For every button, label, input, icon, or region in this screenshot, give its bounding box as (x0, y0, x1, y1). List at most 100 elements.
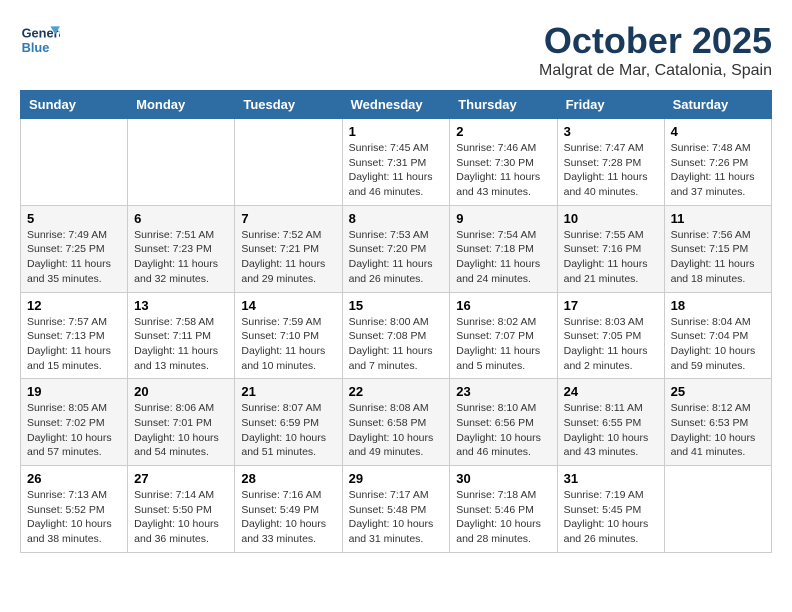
day-number: 6 (134, 211, 228, 226)
calendar-cell: 12 Sunrise: 7:57 AMSunset: 7:13 PMDayligh… (21, 292, 128, 379)
calendar-cell: 6 Sunrise: 7:51 AMSunset: 7:23 PMDaylight… (128, 205, 235, 292)
month-title: October 2025 (539, 20, 772, 62)
calendar-cell: 9 Sunrise: 7:54 AMSunset: 7:18 PMDaylight… (450, 205, 557, 292)
logo: General Blue (20, 20, 65, 60)
day-number: 11 (671, 211, 765, 226)
day-info: Sunrise: 7:13 AMSunset: 5:52 PMDaylight:… (27, 488, 121, 547)
day-number: 8 (349, 211, 444, 226)
day-number: 16 (456, 298, 550, 313)
day-number: 4 (671, 124, 765, 139)
day-info: Sunrise: 8:04 AMSunset: 7:04 PMDaylight:… (671, 315, 765, 374)
calendar-cell: 18Sunrise: 8:04 AMSunset: 7:04 PMDayligh… (664, 292, 771, 379)
calendar-cell: 24 Sunrise: 8:11 AMSunset: 6:55 PMDayligh… (557, 379, 664, 466)
calendar-cell: 15 Sunrise: 8:00 AMSunset: 7:08 PMDayligh… (342, 292, 450, 379)
page-header: General Blue October 2025 Malgrat de Mar… (20, 20, 772, 80)
week-row-2: 5 Sunrise: 7:49 AMSunset: 7:25 PMDaylight… (21, 205, 772, 292)
day-number: 9 (456, 211, 550, 226)
calendar-cell: 29 Sunrise: 7:17 AMSunset: 5:48 PMDayligh… (342, 466, 450, 553)
day-number: 23 (456, 384, 550, 399)
location: Malgrat de Mar, Catalonia, Spain (539, 62, 772, 80)
calendar-cell (128, 119, 235, 206)
day-info: Sunrise: 7:53 AMSunset: 7:20 PMDaylight:… (349, 228, 444, 287)
day-info: Sunrise: 7:55 AMSunset: 7:16 PMDaylight:… (564, 228, 658, 287)
day-info: Sunrise: 7:47 AMSunset: 7:28 PMDaylight:… (564, 141, 658, 200)
day-number: 15 (349, 298, 444, 313)
calendar-cell: 28 Sunrise: 7:16 AMSunset: 5:49 PMDayligh… (235, 466, 342, 553)
day-info: Sunrise: 8:05 AMSunset: 7:02 PMDaylight:… (27, 401, 121, 460)
calendar-cell: 7 Sunrise: 7:52 AMSunset: 7:21 PMDaylight… (235, 205, 342, 292)
day-info: Sunrise: 7:57 AMSunset: 7:13 PMDaylight:… (27, 315, 121, 374)
day-number: 24 (564, 384, 658, 399)
day-number: 28 (241, 471, 335, 486)
week-row-1: 1Sunrise: 7:45 AMSunset: 7:31 PMDaylight… (21, 119, 772, 206)
calendar-cell: 13 Sunrise: 7:58 AMSunset: 7:11 PMDayligh… (128, 292, 235, 379)
day-info: Sunrise: 8:12 AMSunset: 6:53 PMDaylight:… (671, 401, 765, 460)
weekday-header-thursday: Thursday (450, 91, 557, 119)
weekday-header-monday: Monday (128, 91, 235, 119)
calendar-cell: 10 Sunrise: 7:55 AMSunset: 7:16 PMDayligh… (557, 205, 664, 292)
day-number: 14 (241, 298, 335, 313)
calendar-table: SundayMondayTuesdayWednesdayThursdayFrid… (20, 90, 772, 553)
day-info: Sunrise: 7:54 AMSunset: 7:18 PMDaylight:… (456, 228, 550, 287)
day-number: 2 (456, 124, 550, 139)
day-number: 31 (564, 471, 658, 486)
day-info: Sunrise: 8:06 AMSunset: 7:01 PMDaylight:… (134, 401, 228, 460)
day-info: Sunrise: 8:11 AMSunset: 6:55 PMDaylight:… (564, 401, 658, 460)
day-info: Sunrise: 7:16 AMSunset: 5:49 PMDaylight:… (241, 488, 335, 547)
day-info: Sunrise: 7:51 AMSunset: 7:23 PMDaylight:… (134, 228, 228, 287)
calendar-cell: 20Sunrise: 8:06 AMSunset: 7:01 PMDayligh… (128, 379, 235, 466)
day-number: 3 (564, 124, 658, 139)
day-info: Sunrise: 7:49 AMSunset: 7:25 PMDaylight:… (27, 228, 121, 287)
calendar-cell: 8 Sunrise: 7:53 AMSunset: 7:20 PMDaylight… (342, 205, 450, 292)
calendar-cell: 19 Sunrise: 8:05 AMSunset: 7:02 PMDayligh… (21, 379, 128, 466)
day-info: Sunrise: 7:46 AMSunset: 7:30 PMDaylight:… (456, 141, 550, 200)
day-number: 22 (349, 384, 444, 399)
day-number: 5 (27, 211, 121, 226)
calendar-cell: 14 Sunrise: 7:59 AMSunset: 7:10 PMDayligh… (235, 292, 342, 379)
day-number: 7 (241, 211, 335, 226)
day-number: 26 (27, 471, 121, 486)
day-info: Sunrise: 7:58 AMSunset: 7:11 PMDaylight:… (134, 315, 228, 374)
day-info: Sunrise: 7:59 AMSunset: 7:10 PMDaylight:… (241, 315, 335, 374)
weekday-header-friday: Friday (557, 91, 664, 119)
calendar-cell: 30Sunrise: 7:18 AMSunset: 5:46 PMDayligh… (450, 466, 557, 553)
day-number: 21 (241, 384, 335, 399)
logo-icon: General Blue (20, 20, 60, 60)
calendar-cell: 2 Sunrise: 7:46 AMSunset: 7:30 PMDaylight… (450, 119, 557, 206)
day-number: 17 (564, 298, 658, 313)
day-info: Sunrise: 7:52 AMSunset: 7:21 PMDaylight:… (241, 228, 335, 287)
calendar-cell: 27Sunrise: 7:14 AMSunset: 5:50 PMDayligh… (128, 466, 235, 553)
calendar-cell (664, 466, 771, 553)
calendar-cell: 4 Sunrise: 7:48 AMSunset: 7:26 PMDaylight… (664, 119, 771, 206)
calendar-cell: 16Sunrise: 8:02 AMSunset: 7:07 PMDayligh… (450, 292, 557, 379)
day-info: Sunrise: 8:00 AMSunset: 7:08 PMDaylight:… (349, 315, 444, 374)
weekday-header-wednesday: Wednesday (342, 91, 450, 119)
day-number: 29 (349, 471, 444, 486)
calendar-cell: 5 Sunrise: 7:49 AMSunset: 7:25 PMDaylight… (21, 205, 128, 292)
weekday-header-saturday: Saturday (664, 91, 771, 119)
day-number: 19 (27, 384, 121, 399)
day-info: Sunrise: 7:17 AMSunset: 5:48 PMDaylight:… (349, 488, 444, 547)
day-info: Sunrise: 8:03 AMSunset: 7:05 PMDaylight:… (564, 315, 658, 374)
weekday-header-row: SundayMondayTuesdayWednesdayThursdayFrid… (21, 91, 772, 119)
calendar-cell: 21 Sunrise: 8:07 AMSunset: 6:59 PMDayligh… (235, 379, 342, 466)
day-info: Sunrise: 7:45 AMSunset: 7:31 PMDaylight:… (349, 141, 444, 200)
day-number: 12 (27, 298, 121, 313)
day-number: 13 (134, 298, 228, 313)
day-info: Sunrise: 7:48 AMSunset: 7:26 PMDaylight:… (671, 141, 765, 200)
calendar-cell (21, 119, 128, 206)
calendar-cell: 26 Sunrise: 7:13 AMSunset: 5:52 PMDayligh… (21, 466, 128, 553)
title-block: October 2025 Malgrat de Mar, Catalonia, … (539, 20, 772, 80)
weekday-header-tuesday: Tuesday (235, 91, 342, 119)
day-number: 25 (671, 384, 765, 399)
day-info: Sunrise: 8:10 AMSunset: 6:56 PMDaylight:… (456, 401, 550, 460)
day-number: 10 (564, 211, 658, 226)
day-info: Sunrise: 7:19 AMSunset: 5:45 PMDaylight:… (564, 488, 658, 547)
week-row-3: 12 Sunrise: 7:57 AMSunset: 7:13 PMDayligh… (21, 292, 772, 379)
day-info: Sunrise: 8:07 AMSunset: 6:59 PMDaylight:… (241, 401, 335, 460)
calendar-cell: 31 Sunrise: 7:19 AMSunset: 5:45 PMDayligh… (557, 466, 664, 553)
calendar-cell (235, 119, 342, 206)
calendar-cell: 25 Sunrise: 8:12 AMSunset: 6:53 PMDayligh… (664, 379, 771, 466)
week-row-4: 19 Sunrise: 8:05 AMSunset: 7:02 PMDayligh… (21, 379, 772, 466)
svg-text:Blue: Blue (22, 40, 50, 55)
